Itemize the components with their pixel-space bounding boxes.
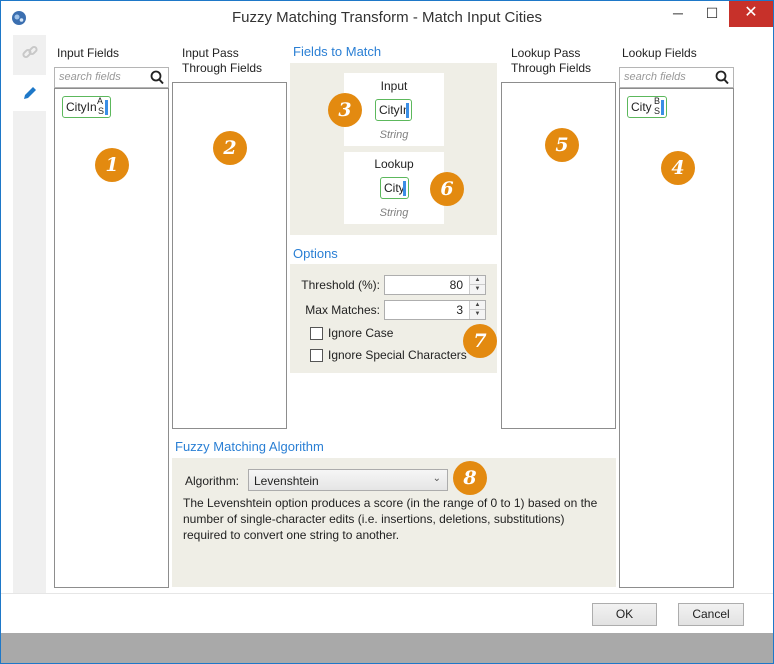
search-placeholder: search fields: [624, 71, 686, 83]
algorithm-description-2: number of single-character edits (i.e. i…: [183, 512, 565, 526]
max-matches-arrows: ▲ ▼: [469, 301, 485, 319]
fields-to-match-header: Fields to Match: [293, 44, 382, 59]
callout-badge-7: 7: [463, 324, 497, 358]
chip-accent-bar: [406, 103, 409, 118]
algorithm-label: Algorithm:: [185, 474, 240, 488]
spin-up-icon[interactable]: ▲: [470, 301, 485, 310]
threshold-label: Threshold (%):: [301, 278, 380, 292]
input-pass-through-label: Input Pass Through Fields: [182, 46, 263, 75]
link-icon[interactable]: [21, 43, 39, 61]
input-match-type: String: [379, 129, 409, 141]
minimize-button[interactable]: ─: [661, 1, 695, 27]
threshold-value: 80: [449, 278, 463, 292]
threshold-arrows: ▲ ▼: [469, 276, 485, 294]
maximize-button[interactable]: ☐: [695, 1, 729, 27]
callout-badge-4: 4: [661, 151, 695, 185]
callout-badge-8: 8: [453, 461, 487, 495]
field-sub: S: [98, 106, 105, 116]
pencil-icon: [24, 87, 36, 99]
algorithm-header: Fuzzy Matching Algorithm: [175, 439, 324, 454]
callout-badge-2: 2: [213, 131, 247, 165]
algorithm-select[interactable]: Levenshtein ⌄: [248, 469, 448, 491]
field-sup: A: [97, 96, 104, 106]
status-bar: [1, 633, 773, 663]
callout-badge-6: 6: [430, 172, 464, 206]
chip-accent-bar: [661, 100, 664, 115]
title-bar: Fuzzy Matching Transform - Match Input C…: [1, 1, 773, 35]
max-matches-value: 3: [456, 303, 463, 317]
algorithm-description-3: required to convert one string to anothe…: [183, 528, 400, 542]
lookup-match-card[interactable]: Lookup City String: [344, 152, 444, 224]
input-match-chip[interactable]: CityIn: [375, 99, 412, 121]
search-placeholder: search fields: [59, 71, 121, 83]
ignore-case-checkbox[interactable]: [310, 327, 323, 340]
field-chip-city[interactable]: City B S: [627, 96, 667, 118]
lookup-fields-label: Lookup Fields: [622, 46, 697, 60]
lookup-pass-through-label: Lookup Pass Through Fields: [511, 46, 592, 75]
edit-tab[interactable]: [13, 75, 46, 111]
ok-button[interactable]: OK: [592, 603, 657, 626]
cancel-button[interactable]: Cancel: [678, 603, 744, 626]
search-icon[interactable]: [715, 70, 729, 85]
options-header: Options: [293, 246, 338, 261]
dialog-footer: OK Cancel: [1, 593, 773, 633]
input-match-label: Input: [380, 79, 408, 93]
input-fields-search[interactable]: search fields: [54, 67, 169, 88]
spin-down-icon[interactable]: ▼: [470, 285, 485, 294]
field-chip-cityin[interactable]: CityIn A S: [62, 96, 111, 118]
side-rail: [13, 35, 46, 593]
callout-badge-1: 1: [95, 148, 129, 182]
chip-accent-bar: [105, 100, 108, 115]
algorithm-description-1: The Levenshtein option produces a score …: [183, 496, 598, 510]
threshold-spinner[interactable]: 80 ▲ ▼: [384, 275, 486, 295]
field-sup: B: [654, 96, 661, 106]
max-matches-label: Max Matches:: [305, 303, 380, 317]
field-name: CityIn: [66, 100, 97, 114]
spin-down-icon[interactable]: ▼: [470, 310, 485, 319]
input-fields-label: Input Fields: [57, 46, 120, 60]
chip-accent-bar: [403, 181, 406, 196]
dialog-window: Fuzzy Matching Transform - Match Input C…: [0, 0, 774, 664]
ignore-special-checkbox[interactable]: [310, 349, 323, 362]
ignore-special-label: Ignore Special Characters: [328, 348, 467, 362]
ignore-case-label: Ignore Case: [328, 326, 394, 340]
spin-up-icon[interactable]: ▲: [470, 276, 485, 285]
lookup-match-label: Lookup: [374, 157, 414, 171]
callout-badge-5: 5: [545, 128, 579, 162]
lookup-fields-search[interactable]: search fields: [619, 67, 734, 88]
field-name: City: [631, 100, 652, 114]
close-button[interactable]: ✕: [729, 1, 773, 27]
window-title: Fuzzy Matching Transform - Match Input C…: [231, 9, 543, 26]
field-sub: S: [654, 106, 661, 116]
lookup-match-type: String: [379, 207, 409, 219]
callout-badge-3: 3: [328, 93, 362, 127]
lookup-match-chip[interactable]: City: [380, 177, 409, 199]
max-matches-spinner[interactable]: 3 ▲ ▼: [384, 300, 486, 320]
search-icon[interactable]: [150, 70, 164, 85]
algorithm-selected: Levenshtein: [254, 474, 319, 488]
chevron-down-icon: ⌄: [432, 473, 441, 484]
lookup-match-field: City: [384, 181, 405, 195]
